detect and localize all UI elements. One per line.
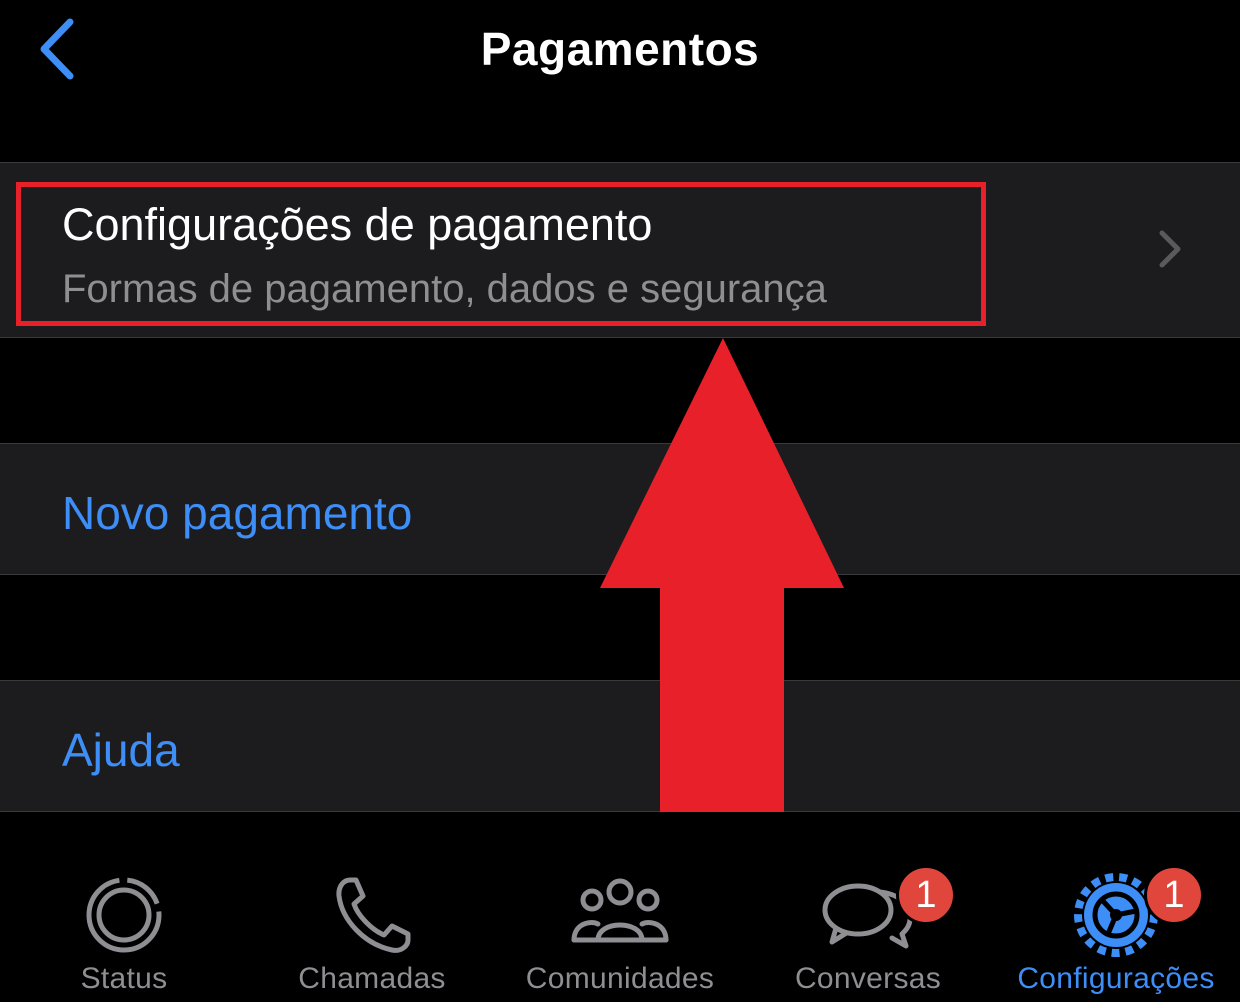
- tab-settings-label: Configurações: [1017, 962, 1215, 995]
- new-payment-label: Novo pagamento: [62, 487, 413, 539]
- tab-communities-label: Comunidades: [525, 962, 715, 995]
- tab-chats-label: Conversas: [794, 962, 942, 995]
- tab-chats[interactable]: 1 Conversas: [744, 812, 992, 1002]
- navigation-bar: Pagamentos: [0, 0, 1240, 100]
- payment-settings-title: Configurações de pagamento: [62, 199, 653, 250]
- chats-badge: 1: [896, 865, 956, 925]
- payment-settings-subtitle: Formas de pagamento, dados e segurança: [62, 267, 827, 311]
- page-title: Pagamentos: [480, 23, 760, 75]
- status-ring-icon: [86, 877, 162, 953]
- tab-bar: Status Chamadas Comunidades 1 Conversas: [0, 812, 1240, 1002]
- payment-settings-row[interactable]: Configurações de pagamento Formas de pag…: [0, 162, 1240, 338]
- people-group-icon: [571, 878, 669, 943]
- chevron-right-icon: [1159, 230, 1181, 268]
- phone-icon: [336, 877, 411, 953]
- new-payment-row[interactable]: Novo pagamento: [0, 443, 1240, 575]
- help-row[interactable]: Ajuda: [0, 680, 1240, 812]
- tab-settings[interactable]: 1 Configurações: [992, 812, 1240, 1002]
- settings-badge: 1: [1144, 865, 1204, 925]
- tab-calls[interactable]: Chamadas: [248, 812, 496, 1002]
- tab-status-label: Status: [80, 962, 168, 995]
- tab-status[interactable]: Status: [0, 812, 248, 1002]
- tab-communities[interactable]: Comunidades: [496, 812, 744, 1002]
- help-label: Ajuda: [62, 724, 180, 776]
- tab-calls-label: Chamadas: [298, 962, 446, 995]
